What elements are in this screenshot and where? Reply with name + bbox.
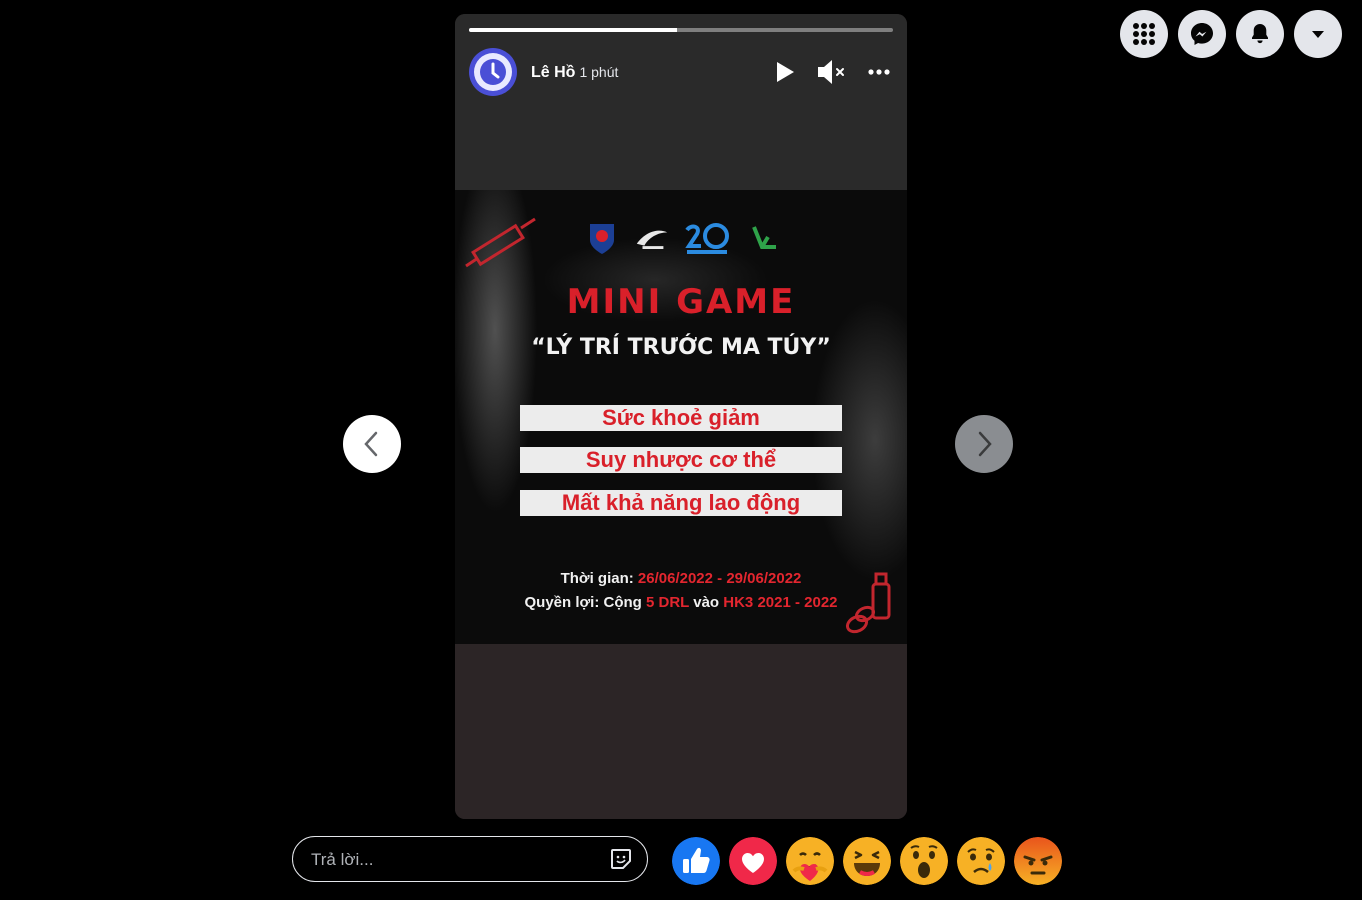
pill-bottle-icon — [845, 572, 891, 634]
story-author[interactable]: Lê Hồ 1 phút — [531, 64, 618, 82]
love-reaction-icon[interactable] — [729, 837, 777, 885]
more-dots-icon — [868, 69, 890, 75]
poster-benefit-line: Quyền lợi: Cộng 5 DRL vào HK3 2021 - 202… — [455, 594, 907, 611]
poster-title: MINI GAME — [566, 282, 796, 322]
sponsor-logos — [583, 218, 783, 260]
reaction-bar — [672, 837, 1062, 885]
story-time: 1 phút — [579, 64, 619, 80]
story-progress-bar — [469, 28, 893, 32]
haha-reaction-icon[interactable] — [843, 837, 891, 885]
university-logo — [633, 220, 671, 258]
sticker-icon — [611, 849, 631, 869]
author-avatar[interactable] — [469, 48, 517, 96]
story-bottom-area — [455, 644, 907, 819]
story-poster: MINI GAME “LÝ TRÍ TRƯỚC MA TÚY” Sức khoẻ… — [455, 190, 907, 644]
author-name[interactable]: Lê Hồ — [531, 64, 575, 81]
story-viewer[interactable]: Lê Hồ 1 phút MINI GAME “LÝ TRÍ TRƯỚC MA … — [455, 14, 907, 819]
poster-banner-3: Mất khả năng lao động — [520, 490, 842, 516]
more-options-button[interactable] — [865, 58, 893, 86]
benefit-value: 5 DRL — [645, 594, 690, 611]
caret-down-icon — [1312, 31, 1324, 38]
chevron-right-icon — [978, 431, 992, 457]
play-icon — [777, 62, 794, 82]
benefit-mid: vào — [693, 594, 720, 611]
reply-box[interactable] — [292, 836, 648, 882]
like-reaction-icon[interactable] — [672, 837, 720, 885]
time-label: Thời gian: — [560, 570, 634, 587]
poster-subtitle: “LÝ TRÍ TRƯỚC MA TÚY” — [531, 335, 831, 360]
time-value: 26/06/2022 - 29/06/2022 — [637, 570, 802, 587]
menu-button[interactable] — [1120, 10, 1168, 58]
play-button[interactable] — [770, 58, 800, 86]
wow-reaction-icon[interactable] — [900, 837, 948, 885]
youth-union-logo — [583, 220, 621, 258]
mute-button[interactable] — [815, 58, 849, 86]
angry-reaction-icon[interactable] — [1014, 837, 1062, 885]
poster-time-line: Thời gian: 26/06/2022 - 29/06/2022 — [455, 570, 907, 587]
messenger-button[interactable] — [1178, 10, 1226, 58]
bell-icon — [1252, 24, 1268, 44]
anniversary-20-logo — [683, 220, 733, 258]
notifications-button[interactable] — [1236, 10, 1284, 58]
previous-story-button[interactable] — [343, 415, 401, 473]
speaker-muted-icon — [818, 60, 844, 84]
syringe-icon — [465, 217, 536, 268]
sad-reaction-icon[interactable] — [957, 837, 1005, 885]
next-story-button[interactable] — [955, 415, 1013, 473]
story-progress-fill — [469, 28, 677, 32]
benefit-label: Quyền lợi: Cộng — [524, 594, 642, 611]
story-top-area — [455, 14, 907, 190]
chevron-left-icon — [364, 431, 378, 457]
sticker-button[interactable] — [609, 847, 633, 871]
reply-input[interactable] — [309, 847, 593, 873]
poster-banner-2: Suy nhược cơ thể — [520, 447, 842, 473]
benefit-term: HK3 2021 - 2022 — [723, 594, 838, 611]
avatar-inner — [474, 53, 512, 91]
poster-banner-1: Sức khoẻ giảm — [520, 405, 842, 431]
student-association-logo — [745, 220, 783, 258]
grid-menu-icon — [1133, 23, 1155, 45]
clock-icon — [480, 59, 506, 85]
account-button[interactable] — [1294, 10, 1342, 58]
care-reaction-icon[interactable] — [786, 837, 834, 885]
messenger-icon — [1191, 23, 1213, 45]
